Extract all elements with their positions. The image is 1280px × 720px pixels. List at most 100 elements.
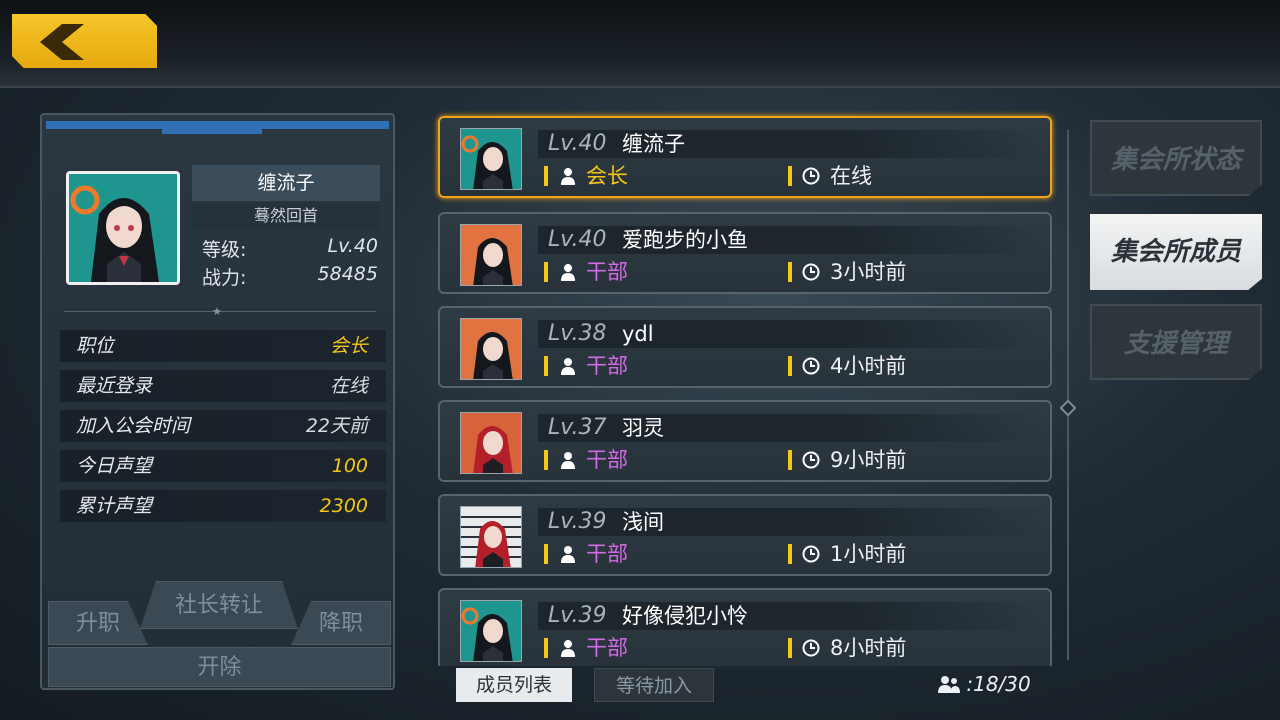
member-role: 干部 xyxy=(586,260,628,284)
member-last-online: 在线 xyxy=(830,164,872,188)
member-last-online: 9小时前 xyxy=(830,448,907,472)
member-avatar xyxy=(460,600,522,662)
level-value: Lv.40 xyxy=(327,235,379,257)
member-last-online: 8小时前 xyxy=(830,636,907,660)
promote-button[interactable]: 升职 xyxy=(48,601,148,645)
chevron-left-icon xyxy=(40,24,84,60)
scrollbar[interactable] xyxy=(1067,130,1069,660)
person-icon xyxy=(561,640,575,657)
person-icon xyxy=(561,546,575,563)
role-marker xyxy=(544,544,548,564)
clock-icon xyxy=(802,167,820,185)
tab-support-management[interactable]: 支援管理 xyxy=(1090,304,1262,380)
time-marker xyxy=(788,262,792,282)
member-level: Lv.40 xyxy=(548,227,607,252)
member-level: Lv.37 xyxy=(548,415,607,440)
member-role: 干部 xyxy=(586,448,628,472)
member-level: Lv.39 xyxy=(548,603,607,628)
member-status-row: 干部 1小时前 xyxy=(538,540,1048,568)
level-bar: Lv.37 羽灵 xyxy=(538,414,1048,442)
clock-icon xyxy=(802,451,820,469)
member-card[interactable]: Lv.39 浅间 干部 1小时前 xyxy=(438,494,1052,576)
info-value: 在线 xyxy=(329,375,368,397)
info-row-last-login: 最近登录 在线 xyxy=(60,370,386,402)
person-icon xyxy=(561,264,575,281)
role-marker xyxy=(544,450,548,470)
member-avatar xyxy=(460,506,522,568)
role-marker xyxy=(544,166,548,186)
time-marker xyxy=(788,544,792,564)
member-name: 羽灵 xyxy=(622,416,664,440)
member-status-row: 干部 4小时前 xyxy=(538,352,1048,380)
level-label: 等级: xyxy=(202,239,247,261)
member-avatar xyxy=(460,128,522,190)
star-icon: ★ xyxy=(212,305,222,318)
member-status-row: 干部 9小时前 xyxy=(538,446,1048,474)
tab-guild-members[interactable]: 集会所成员 xyxy=(1090,214,1262,290)
member-level: Lv.39 xyxy=(548,509,607,534)
level-bar: Lv.39 浅间 xyxy=(538,508,1048,536)
info-value: 会长 xyxy=(329,335,368,357)
member-status-row: 干部 3小时前 xyxy=(538,258,1048,286)
member-avatar xyxy=(460,318,522,380)
member-last-online: 1小时前 xyxy=(830,542,907,566)
member-role: 干部 xyxy=(586,542,628,566)
member-name: 好像侵犯小怜 xyxy=(622,604,748,628)
member-role: 会长 xyxy=(586,164,628,188)
member-last-online: 3小时前 xyxy=(830,260,907,284)
transfer-leader-button[interactable]: 社长转让 xyxy=(140,581,298,629)
group-icon xyxy=(938,676,960,693)
time-marker xyxy=(788,356,792,376)
member-avatar xyxy=(460,412,522,474)
member-status-row: 会长 在线 xyxy=(538,162,1048,190)
info-row-join-time: 加入公会时间 22天前 xyxy=(60,410,386,442)
level-bar: Lv.38 ydl xyxy=(538,320,1048,348)
member-card[interactable]: Lv.40 爱跑步的小鱼 干部 3小时前 xyxy=(438,212,1052,294)
role-marker xyxy=(544,638,548,658)
member-name: 爱跑步的小鱼 xyxy=(622,228,748,252)
demote-button[interactable]: 降职 xyxy=(291,601,391,645)
kick-button[interactable]: 开除 xyxy=(48,647,391,687)
role-marker xyxy=(544,356,548,376)
info-value: 100 xyxy=(331,455,368,477)
clock-icon xyxy=(802,357,820,375)
member-count-value: :18/30 xyxy=(966,672,1031,696)
member-last-online: 4小时前 xyxy=(830,354,907,378)
tab-pending-join[interactable]: 等待加入 xyxy=(594,668,714,702)
person-icon xyxy=(561,452,575,469)
member-detail-panel: 缠流子 蓦然回首 等级: Lv.40 战力: 58485 ★ 职位 会长 最近登… xyxy=(40,113,395,690)
member-card[interactable]: Lv.38 ydl 干部 4小时前 xyxy=(438,306,1052,388)
info-row-today-reputation: 今日声望 100 xyxy=(60,450,386,482)
clock-icon xyxy=(802,545,820,563)
power-label: 战力: xyxy=(202,267,247,289)
member-card[interactable]: Lv.39 好像侵犯小怜 干部 8小时前 xyxy=(438,588,1052,666)
info-key: 累计声望 xyxy=(76,495,153,517)
role-marker xyxy=(544,262,548,282)
level-bar: Lv.39 好像侵犯小怜 xyxy=(538,602,1048,630)
panel-accent-tab xyxy=(162,129,262,134)
member-level: Lv.40 xyxy=(548,131,607,156)
power-stat: 战力: 58485 xyxy=(202,263,378,290)
member-card[interactable]: Lv.37 羽灵 干部 9小时前 xyxy=(438,400,1052,482)
member-name: 浅间 xyxy=(622,510,664,534)
person-icon xyxy=(561,168,575,185)
member-card[interactable]: Lv.40 缠流子 会长 在线 xyxy=(438,116,1052,198)
tab-guild-status[interactable]: 集会所状态 xyxy=(1090,120,1262,196)
member-level: Lv.38 xyxy=(548,321,607,346)
member-list[interactable]: Lv.40 缠流子 会长 在线 Lv.40 爱跑步的小鱼 干部 3小时前 Lv.… xyxy=(418,88,1068,666)
back-button[interactable] xyxy=(12,14,157,68)
tab-member-list[interactable]: 成员列表 xyxy=(456,668,572,702)
time-marker xyxy=(788,166,792,186)
info-key: 最近登录 xyxy=(76,375,153,397)
member-avatar xyxy=(460,224,522,286)
action-buttons: 升职 社长转让 降职 开除 xyxy=(48,581,391,687)
person-icon xyxy=(561,358,575,375)
panel-accent-bar xyxy=(46,121,389,129)
level-bar: Lv.40 爱跑步的小鱼 xyxy=(538,226,1048,254)
info-row-position: 职位 会长 xyxy=(60,330,386,362)
member-role: 干部 xyxy=(586,354,628,378)
info-value: 22天前 xyxy=(305,415,368,437)
level-stat: 等级: Lv.40 xyxy=(202,235,378,262)
info-key: 加入公会时间 xyxy=(76,415,191,437)
info-value: 2300 xyxy=(319,495,368,517)
